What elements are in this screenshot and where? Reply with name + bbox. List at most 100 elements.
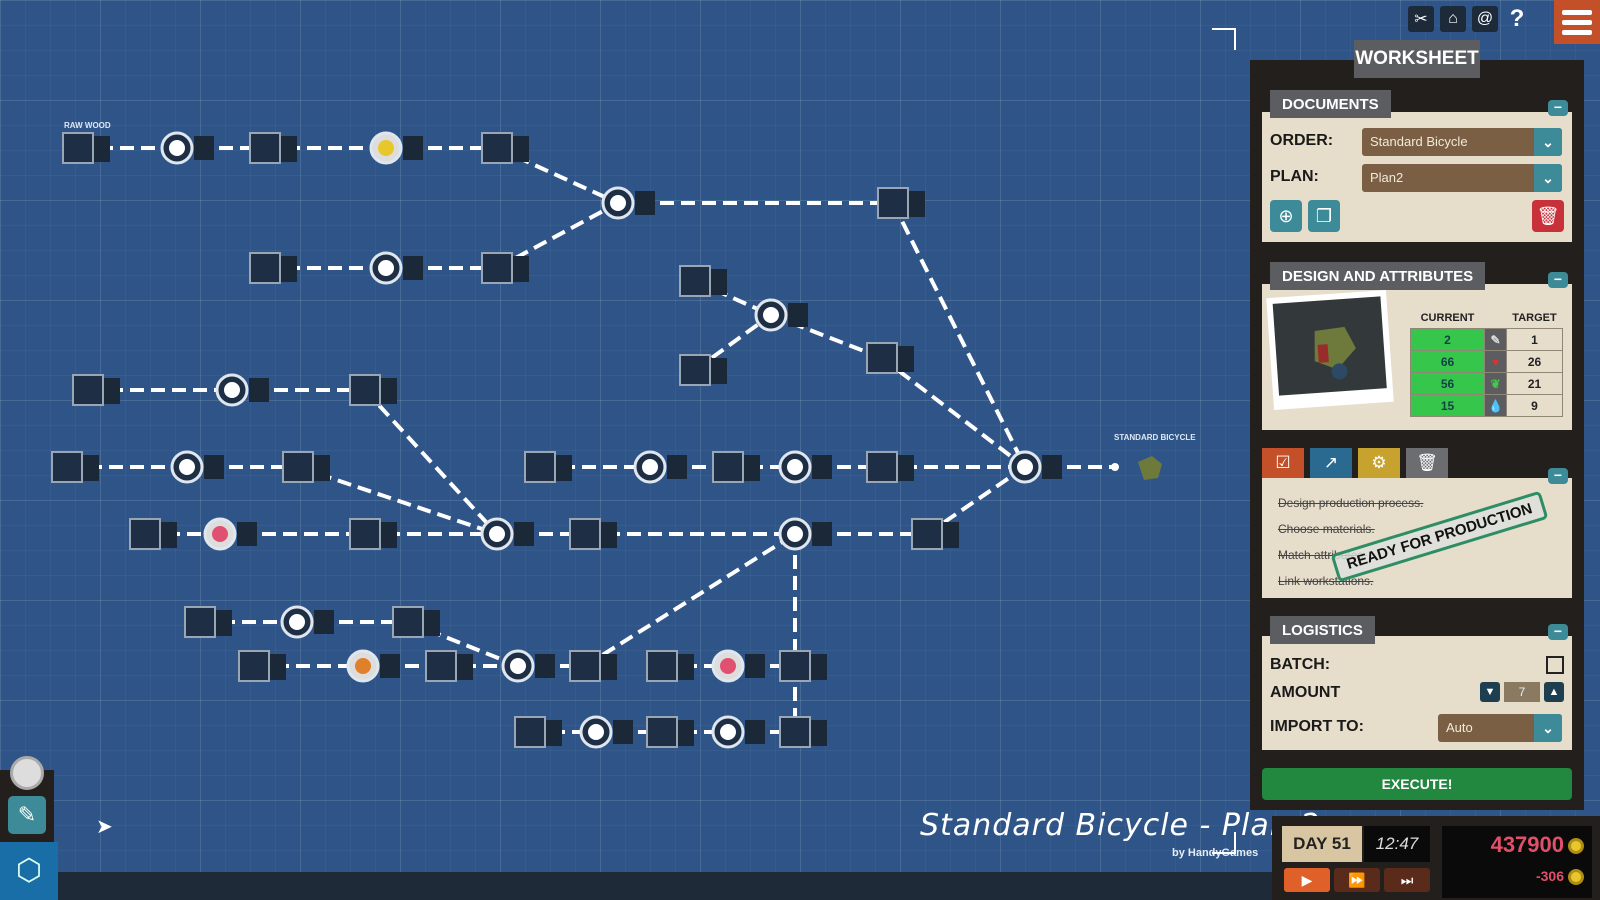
- tab-workers[interactable]: ⚙: [1358, 448, 1400, 478]
- tools-icon[interactable]: ✂: [1408, 6, 1434, 32]
- material-node[interactable]: [679, 354, 711, 386]
- material-node[interactable]: [72, 374, 104, 406]
- delete-plan-button[interactable]: 🗑: [1532, 200, 1564, 232]
- task-item: Choose materials.: [1278, 522, 1375, 536]
- snail-icon[interactable]: @: [1472, 6, 1498, 32]
- material-node[interactable]: [51, 451, 83, 483]
- material-node[interactable]: [249, 252, 281, 284]
- material-node[interactable]: [62, 132, 94, 164]
- fastest-forward-button[interactable]: ⏭: [1384, 868, 1430, 892]
- collapse-design-button[interactable]: −: [1548, 272, 1568, 288]
- material-node[interactable]: [779, 716, 811, 748]
- current-value: 2: [1410, 328, 1485, 351]
- material-node[interactable]: [184, 606, 216, 638]
- workstation-icon: [588, 724, 604, 740]
- coin-icon: [1568, 838, 1584, 855]
- batch-checkbox[interactable]: [1546, 656, 1564, 674]
- production-graph[interactable]: [0, 0, 1240, 860]
- conveyor-link[interactable]: [770, 313, 883, 360]
- conveyor-link[interactable]: [583, 532, 797, 668]
- tab-statistics[interactable]: ↗: [1310, 448, 1352, 478]
- import-select[interactable]: Auto ⌄: [1438, 714, 1562, 742]
- node-stats: [104, 378, 120, 404]
- home-icon[interactable]: ⌂: [1440, 6, 1466, 32]
- material-node[interactable]: [646, 650, 678, 682]
- tab-checklist[interactable]: ☑: [1262, 448, 1304, 478]
- import-value: Auto: [1446, 720, 1473, 735]
- workstation-icon: [355, 658, 371, 674]
- material-node[interactable]: [481, 252, 513, 284]
- material-node[interactable]: [877, 187, 909, 219]
- material-node[interactable]: [481, 132, 513, 164]
- collapse-logistics-button[interactable]: −: [1548, 624, 1568, 640]
- task-item: Design production process.: [1278, 496, 1424, 510]
- material-node[interactable]: [646, 716, 678, 748]
- current-header: CURRENT: [1420, 312, 1475, 324]
- node-stats: [711, 358, 727, 384]
- order-select[interactable]: Standard Bicycle ⌄: [1362, 128, 1562, 156]
- node-stats: [601, 522, 617, 548]
- conveyor-link[interactable]: [891, 202, 1027, 468]
- notes-icon[interactable]: ✎: [8, 796, 46, 834]
- amount-increase-button[interactable]: ▲: [1544, 682, 1564, 702]
- material-node[interactable]: [569, 650, 601, 682]
- plan-value: Plan2: [1370, 170, 1404, 185]
- batch-label: BATCH:: [1270, 656, 1331, 673]
- collapse-tasks-button[interactable]: −: [1548, 468, 1568, 484]
- target-value: 21: [1506, 372, 1563, 395]
- conveyor-link[interactable]: [363, 388, 499, 536]
- timer-icon[interactable]: [10, 756, 44, 790]
- material-node[interactable]: [249, 132, 281, 164]
- material-node[interactable]: [238, 650, 270, 682]
- material-node[interactable]: [524, 451, 556, 483]
- node-stats: [811, 720, 827, 746]
- workstation-icon: [787, 459, 803, 475]
- copy-plan-button[interactable]: ❐: [1308, 200, 1340, 232]
- workstation-icon: [510, 658, 526, 674]
- amount-field[interactable]: 7: [1504, 682, 1540, 702]
- output-endpoint[interactable]: [1111, 463, 1119, 471]
- blueprint-cube-icon[interactable]: ⬡: [0, 842, 58, 900]
- material-node[interactable]: [392, 606, 424, 638]
- feather-icon: ✎: [1484, 328, 1507, 351]
- documents-title: DOCUMENTS: [1270, 90, 1391, 118]
- amount-label: AMOUNT: [1270, 684, 1341, 701]
- material-node[interactable]: [282, 451, 314, 483]
- target-header: TARGET: [1512, 312, 1557, 324]
- chevron-down-icon: ⌄: [1534, 164, 1562, 192]
- node-stats: [424, 610, 440, 636]
- node-stats: [635, 191, 655, 215]
- amount-decrease-button[interactable]: ▼: [1480, 682, 1500, 702]
- material-node[interactable]: [569, 518, 601, 550]
- material-node[interactable]: [679, 265, 711, 297]
- material-node[interactable]: [349, 518, 381, 550]
- collapse-documents-button[interactable]: −: [1548, 100, 1568, 116]
- tasks-panel: − Design production process. Choose mate…: [1262, 468, 1572, 598]
- material-node[interactable]: [866, 451, 898, 483]
- workstation-icon: [489, 526, 505, 542]
- node-stats: [94, 136, 110, 162]
- material-node[interactable]: [129, 518, 161, 550]
- material-node[interactable]: [779, 650, 811, 682]
- node-stats: [535, 654, 555, 678]
- bicycle-product-icon[interactable]: [1138, 456, 1162, 480]
- node-stats: [678, 654, 694, 680]
- plan-select[interactable]: Plan2 ⌄: [1362, 164, 1562, 192]
- material-node[interactable]: [514, 716, 546, 748]
- new-plan-button[interactable]: ⊕: [1270, 200, 1302, 232]
- conveyor-link[interactable]: [880, 356, 1027, 469]
- fast-forward-button[interactable]: ⏩: [1334, 868, 1380, 892]
- tab-trash[interactable]: 🗑: [1406, 448, 1448, 478]
- node-stats: [270, 654, 286, 680]
- material-node[interactable]: [866, 342, 898, 374]
- menu-icon[interactable]: [1554, 0, 1600, 44]
- node-stats: [788, 303, 808, 327]
- material-node[interactable]: [425, 650, 457, 682]
- material-node[interactable]: [712, 451, 744, 483]
- material-node[interactable]: [349, 374, 381, 406]
- material-node[interactable]: [911, 518, 943, 550]
- execute-button[interactable]: EXECUTE!: [1262, 768, 1572, 800]
- play-button[interactable]: ▶: [1284, 868, 1330, 892]
- help-icon[interactable]: ?: [1504, 5, 1530, 32]
- plan-title: Standard Bicycle - Plan 2: [920, 808, 1321, 843]
